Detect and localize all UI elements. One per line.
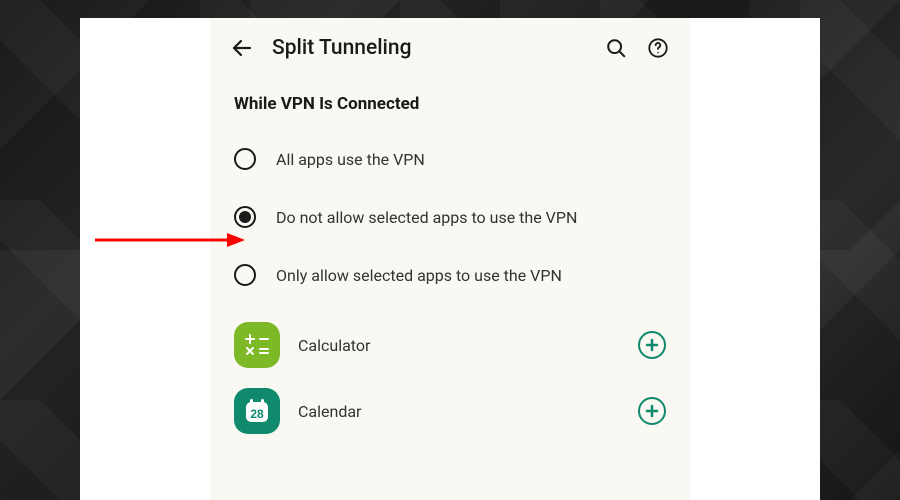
calendar-icon: 28: [234, 388, 280, 434]
option-do-not-allow[interactable]: Do not allow selected apps to use the VP…: [210, 188, 690, 246]
add-button[interactable]: [638, 397, 666, 425]
app-row-calculator[interactable]: Calculator: [210, 312, 690, 378]
option-label: Only allow selected apps to use the VPN: [276, 266, 562, 285]
arrow-annotation-icon: [95, 230, 245, 254]
section-title: While VPN Is Connected: [210, 70, 690, 122]
back-icon[interactable]: [230, 36, 254, 60]
option-only-allow[interactable]: Only allow selected apps to use the VPN: [210, 246, 690, 304]
svg-text:28: 28: [250, 407, 264, 421]
calculator-icon: [234, 322, 280, 368]
option-all-apps[interactable]: All apps use the VPN: [210, 130, 690, 188]
option-label: All apps use the VPN: [276, 150, 425, 169]
frame: Split Tunneling While VPN Is Connected A…: [80, 18, 820, 500]
page-title: Split Tunneling: [272, 36, 586, 60]
radio-icon: [234, 264, 256, 286]
phone-panel: Split Tunneling While VPN Is Connected A…: [210, 18, 690, 500]
app-label: Calendar: [298, 402, 620, 421]
header: Split Tunneling: [210, 18, 690, 70]
option-label: Do not allow selected apps to use the VP…: [276, 208, 577, 227]
search-icon[interactable]: [604, 36, 628, 60]
radio-icon: [234, 206, 256, 228]
help-icon[interactable]: [646, 36, 670, 60]
app-label: Calculator: [298, 336, 620, 355]
add-button[interactable]: [638, 331, 666, 359]
option-list: All apps use the VPN Do not allow select…: [210, 122, 690, 312]
app-row-calendar[interactable]: 28 Calendar: [210, 378, 690, 444]
radio-icon: [234, 148, 256, 170]
